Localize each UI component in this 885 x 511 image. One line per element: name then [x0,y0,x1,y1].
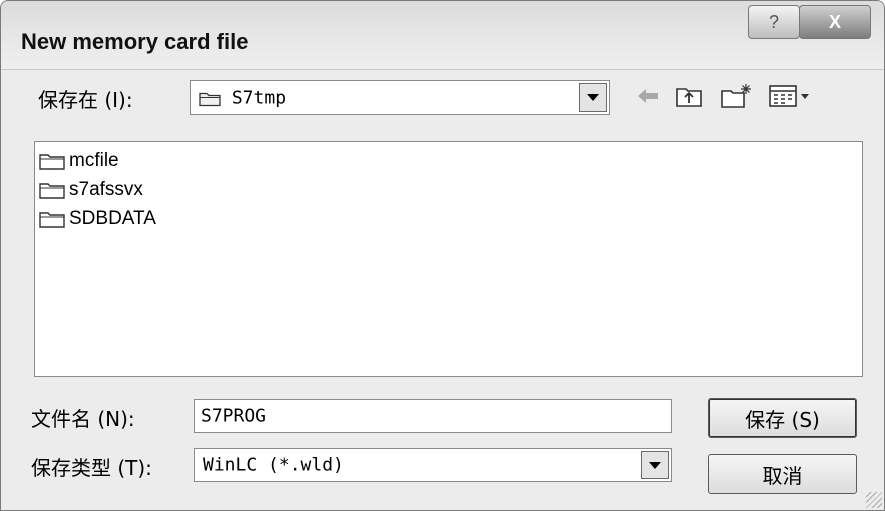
help-button[interactable]: ? [748,5,800,39]
save-button[interactable]: 保存 (S) [708,398,857,438]
file-name: mcfile [69,150,119,171]
folder-icon [39,154,65,170]
list-item[interactable]: mcfile [39,148,119,174]
save-in-value-wrap: S7tmp [199,87,286,108]
save-in-dropdown-button[interactable] [579,83,607,112]
folder-icon [39,212,65,228]
folder-icon [199,92,221,106]
new-folder-icon[interactable] [717,81,757,111]
filename-value: S7PROG [201,405,267,427]
filetype-value: WinLC (*.wld) [203,454,344,476]
filetype-label: 保存类型 (T): [31,456,152,480]
folder-icon [39,183,65,199]
filetype-combo[interactable]: WinLC (*.wld) [194,448,672,482]
resize-grip[interactable] [866,492,882,508]
title-bar[interactable]: New memory card file ? X [1,1,884,70]
save-dialog: New memory card file ? X 保存在 (I): S7tmp … [0,0,885,511]
back-arrow-icon[interactable] [633,81,663,111]
file-name: SDBDATA [69,208,156,229]
file-name: s7afssvx [69,179,143,200]
up-one-level-icon[interactable] [671,81,707,111]
list-item[interactable]: SDBDATA [39,206,156,232]
save-in-value: S7tmp [231,87,287,108]
cancel-button[interactable]: 取消 [708,454,857,494]
view-menu-icon[interactable] [765,81,815,111]
filename-label: 文件名 (N): [31,407,135,431]
filename-input[interactable]: S7PROG [194,399,672,433]
filetype-dropdown-button[interactable] [641,451,669,479]
save-in-combo[interactable]: S7tmp [190,80,610,115]
file-list[interactable]: mcfile s7afssvx SDBDATA [34,141,863,377]
dialog-title: New memory card file [21,29,249,54]
save-in-label: 保存在 (I): [38,88,133,112]
list-item[interactable]: s7afssvx [39,177,143,203]
close-button[interactable]: X [799,5,871,39]
